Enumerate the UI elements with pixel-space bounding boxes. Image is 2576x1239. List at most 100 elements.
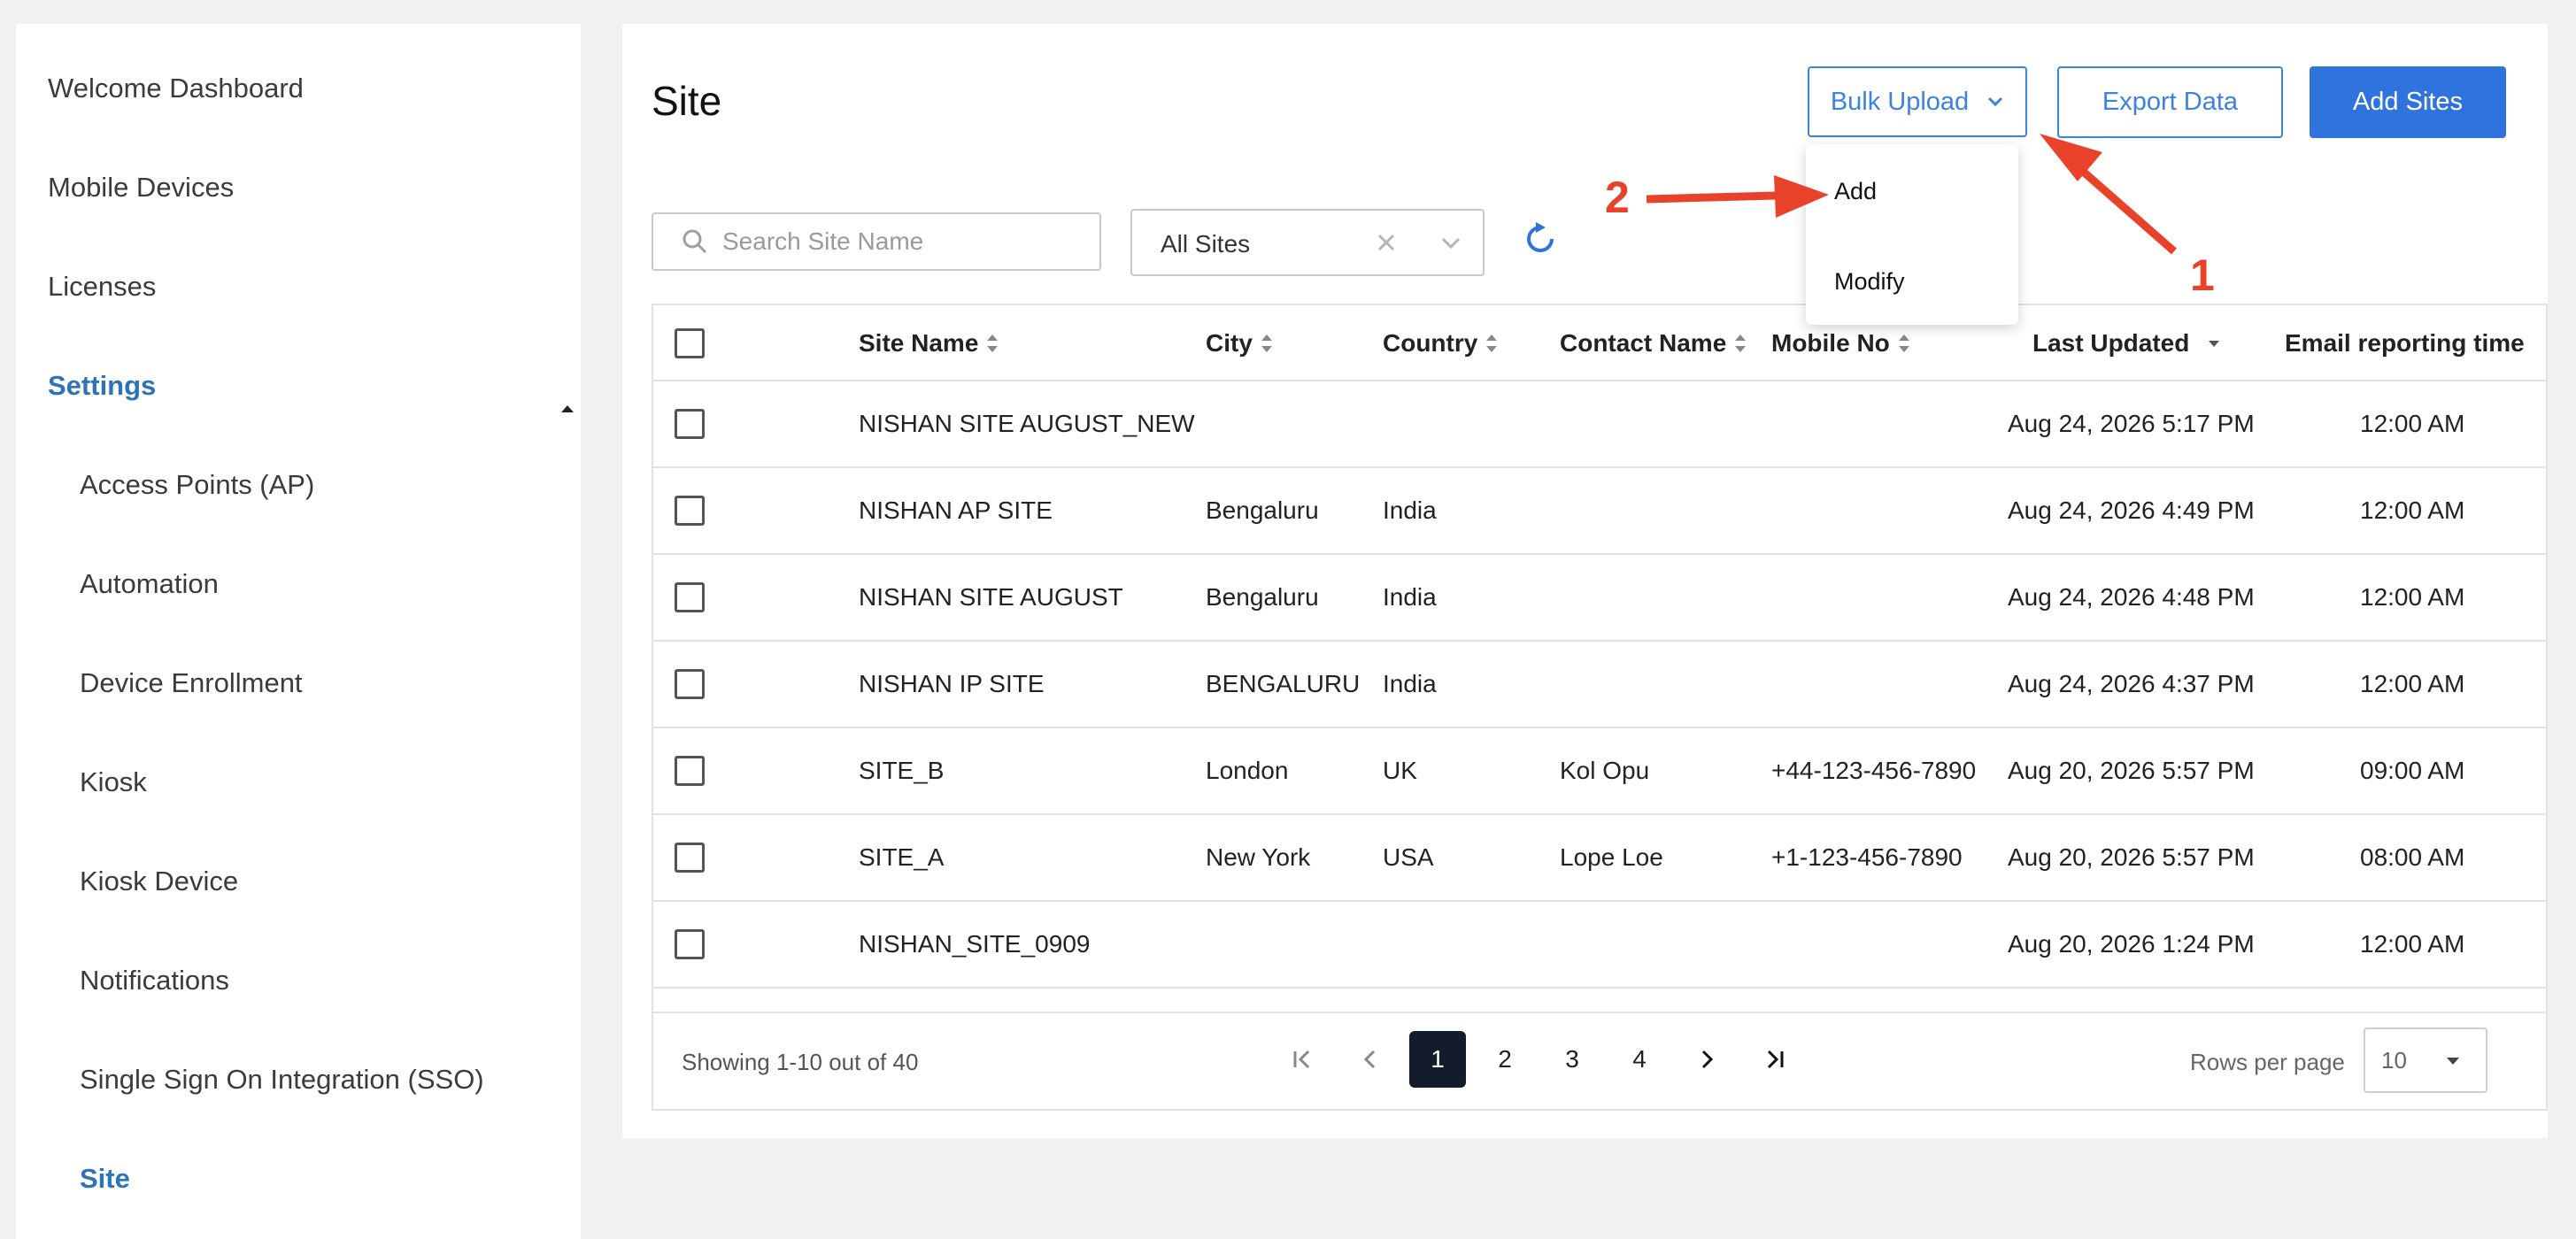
- sort-icon: [1486, 335, 1498, 352]
- cell-last-updated: Aug 20, 2026 1:24 PM: [2008, 930, 2255, 958]
- sort-icon: [1735, 335, 1747, 352]
- search-icon: [683, 229, 707, 254]
- showing-count: Showing 1-10 out of 40: [682, 1049, 919, 1075]
- cell-site-name: NISHAN AP SITE: [859, 496, 1053, 524]
- table-row[interactable]: SITE_B London UK Kol Opu +44-123-456-789…: [653, 728, 2546, 815]
- sidebar-item-kiosk-device[interactable]: Kiosk Device: [80, 866, 238, 897]
- bulk-upload-button[interactable]: Bulk Upload: [1808, 66, 2027, 137]
- main-panel: Site Bulk Upload Export Data Add Sites A…: [622, 24, 2548, 1138]
- table-footer: Showing 1-10 out of 40 1 2 3 4 Rows per …: [653, 1012, 2546, 1109]
- cell-site-name: NISHAN_SITE_0909: [859, 930, 1091, 958]
- cell-site-name: NISHAN SITE AUGUST_NEW: [859, 410, 1195, 437]
- column-header-country[interactable]: Country: [1383, 305, 1498, 381]
- cell-mobile-no: +44-123-456-7890: [1771, 757, 1977, 784]
- sidebar-item-welcome-dashboard[interactable]: Welcome Dashboard: [48, 73, 304, 104]
- annotation-label-1: 1: [2190, 250, 2215, 300]
- page-button-3[interactable]: 3: [1544, 1031, 1600, 1088]
- table-row[interactable]: SITE_A New York USA Lope Loe +1-123-456-…: [653, 815, 2546, 902]
- cell-country: India: [1383, 583, 1437, 611]
- cell-city: BENGALURU: [1206, 670, 1361, 697]
- sidebar-item-licenses[interactable]: Licenses: [48, 271, 156, 303]
- cell-city: London: [1206, 757, 1289, 784]
- column-header-contact-name[interactable]: Contact Name: [1560, 305, 1747, 381]
- column-header-last-updated[interactable]: Last Updated: [2032, 305, 2220, 381]
- next-page-button[interactable]: [1678, 1031, 1735, 1088]
- menu-item-modify[interactable]: Modify: [1834, 268, 1905, 296]
- bulk-upload-menu: Add Modify: [1806, 144, 2018, 325]
- table-row[interactable]: NISHAN IP SITE BENGALURU India Aug 24, 2…: [653, 642, 2546, 728]
- row-checkbox[interactable]: [675, 756, 705, 786]
- cell-country: UK: [1383, 757, 1417, 784]
- rows-per-page-select[interactable]: 10: [2364, 1027, 2487, 1093]
- prev-page-button[interactable]: [1342, 1031, 1399, 1088]
- sidebar-item-kiosk[interactable]: Kiosk: [80, 766, 147, 798]
- row-checkbox[interactable]: [675, 669, 705, 699]
- page-button-1[interactable]: 1: [1409, 1031, 1466, 1088]
- row-checkbox[interactable]: [675, 409, 705, 439]
- first-page-button[interactable]: [1275, 1031, 1331, 1088]
- cell-last-updated: Aug 24, 2026 5:17 PM: [2008, 410, 2255, 437]
- cell-city: New York: [1206, 843, 1311, 871]
- column-header-email-reporting-time[interactable]: Email reporting time: [2285, 305, 2525, 381]
- table-row[interactable]: NISHAN AP SITE Bengaluru India Aug 24, 2…: [653, 468, 2546, 555]
- cell-country: India: [1383, 496, 1437, 524]
- cell-email-reporting-time: 08:00 AM: [2360, 843, 2465, 871]
- page-button-4[interactable]: 4: [1611, 1031, 1668, 1088]
- sort-icon: [987, 335, 999, 352]
- cell-email-reporting-time: 12:00 AM: [2360, 410, 2465, 437]
- chevron-down-icon[interactable]: [1440, 236, 1462, 250]
- cell-mobile-no: +1-123-456-7890: [1771, 843, 1963, 871]
- cell-email-reporting-time: 12:00 AM: [2360, 670, 2465, 697]
- refresh-icon[interactable]: [1523, 221, 1558, 257]
- add-sites-button[interactable]: Add Sites: [2310, 66, 2506, 138]
- page-button-2[interactable]: 2: [1477, 1031, 1533, 1088]
- sidebar-item-automation[interactable]: Automation: [80, 568, 219, 600]
- sidebar: Welcome Dashboard Mobile Devices License…: [16, 24, 581, 1239]
- cell-site-name: NISHAN SITE AUGUST: [859, 583, 1123, 611]
- site-filter-value: All Sites: [1161, 230, 1251, 258]
- cell-site-name: NISHAN IP SITE: [859, 670, 1045, 697]
- column-header-city[interactable]: City: [1206, 305, 1272, 381]
- annotation-label-2: 2: [1605, 173, 1630, 222]
- sidebar-item-site[interactable]: Site: [80, 1163, 130, 1195]
- cell-country: USA: [1383, 843, 1434, 871]
- clear-icon[interactable]: [1377, 233, 1396, 252]
- cell-last-updated: Aug 20, 2026 5:57 PM: [2008, 757, 2255, 784]
- caret-down-icon: [2447, 1058, 2459, 1065]
- cell-city: Bengaluru: [1206, 496, 1319, 524]
- row-checkbox[interactable]: [675, 929, 705, 959]
- last-page-icon: [1767, 1050, 1784, 1069]
- collapse-caret-icon[interactable]: [561, 405, 574, 412]
- table-row[interactable]: NISHAN SITE AUGUST_NEW Aug 24, 2026 5:17…: [653, 381, 2546, 468]
- site-filter-select[interactable]: All Sites: [1130, 209, 1485, 276]
- sidebar-item-settings[interactable]: Settings: [48, 370, 156, 402]
- sidebar-item-notifications[interactable]: Notifications: [80, 965, 229, 997]
- rows-per-page-label: Rows per page: [2190, 1049, 2345, 1075]
- row-checkbox[interactable]: [675, 582, 705, 612]
- chevron-right-icon: [1701, 1050, 1714, 1069]
- sidebar-item-access-points[interactable]: Access Points (AP): [80, 469, 314, 501]
- row-checkbox[interactable]: [675, 496, 705, 526]
- cell-site-name: SITE_A: [859, 843, 945, 871]
- sidebar-item-device-enrollment[interactable]: Device Enrollment: [80, 667, 303, 699]
- first-page-icon: [1293, 1050, 1310, 1069]
- last-page-button[interactable]: [1746, 1031, 1802, 1088]
- menu-item-add[interactable]: Add: [1834, 178, 1877, 205]
- table-row[interactable]: NISHAN_SITE_0909 Aug 20, 2026 1:24 PM 12…: [653, 902, 2546, 989]
- cell-country: India: [1383, 670, 1437, 697]
- column-header-site-name[interactable]: Site Name: [859, 305, 999, 381]
- row-checkbox[interactable]: [675, 843, 705, 873]
- sort-icon: [1261, 335, 1272, 352]
- export-data-button[interactable]: Export Data: [2057, 66, 2283, 138]
- cell-email-reporting-time: 12:00 AM: [2360, 496, 2465, 524]
- sort-icon: [1898, 335, 1909, 352]
- sort-desc-icon: [2209, 340, 2220, 347]
- select-all-checkbox[interactable]: [675, 328, 705, 358]
- table-row[interactable]: NISHAN SITE AUGUST Bengaluru India Aug 2…: [653, 555, 2546, 642]
- search-input[interactable]: [722, 227, 1094, 256]
- cell-last-updated: Aug 24, 2026 4:48 PM: [2008, 583, 2255, 611]
- cell-last-updated: Aug 24, 2026 4:37 PM: [2008, 670, 2255, 697]
- search-field[interactable]: [652, 212, 1101, 271]
- sidebar-item-mobile-devices[interactable]: Mobile Devices: [48, 172, 234, 204]
- sidebar-item-sso[interactable]: Single Sign On Integration (SSO): [80, 1064, 484, 1096]
